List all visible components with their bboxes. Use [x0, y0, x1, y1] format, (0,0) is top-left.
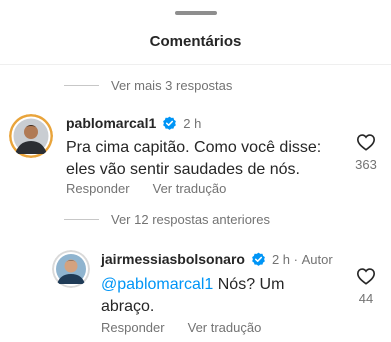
view-more-replies-button[interactable]: Ver mais 3 respostas: [64, 78, 232, 93]
avatar-pablomarcal1[interactable]: [9, 114, 53, 158]
comment-time: 2 h: [183, 115, 202, 131]
heart-outline-icon[interactable]: [356, 133, 376, 151]
comment-username[interactable]: jairmessiasbolsonaro: [101, 251, 245, 267]
like-count: 363: [355, 157, 377, 172]
reply-button[interactable]: Responder: [66, 181, 130, 196]
like-area: 363: [351, 133, 381, 172]
verified-badge-icon: [252, 252, 265, 266]
comment-actions: Responder Ver tradução: [101, 320, 284, 335]
heart-outline-icon[interactable]: [356, 267, 376, 285]
like-area: 44: [351, 267, 381, 306]
author-tag: Autor: [301, 251, 333, 267]
see-translation-button[interactable]: Ver tradução: [188, 320, 262, 335]
view-previous-replies-button[interactable]: Ver 12 respostas anteriores: [64, 212, 270, 227]
avatar-jairmessiasbolsonaro[interactable]: [52, 250, 90, 288]
meta-separator: ·: [290, 251, 302, 267]
view-more-replies-label: Ver mais 3 respostas: [111, 78, 233, 93]
sheet-title: Comentários: [149, 33, 242, 50]
thread-line: [64, 85, 99, 86]
reply-button[interactable]: Responder: [101, 320, 165, 335]
comment-time: 2 h: [271, 251, 291, 267]
header-divider: [0, 64, 391, 65]
comment-text: @pablomarcal1 Nós? Um abraço.: [101, 274, 301, 318]
sheet-drag-handle[interactable]: [175, 11, 217, 15]
verified-badge-icon: [163, 116, 177, 130]
view-previous-replies-label: Ver 12 respostas anteriores: [111, 212, 270, 227]
thread-line: [64, 219, 99, 220]
comment-text: Pra cima capitão. Como você disse: eles …: [66, 139, 322, 178]
mention-link[interactable]: @pablomarcal1: [101, 276, 213, 293]
comment-header: pablomarcal1 2 h: [66, 115, 201, 131]
comment-username[interactable]: pablomarcal1: [66, 115, 156, 131]
comment-header: jairmessiasbolsonaro 2 h · Autor: [101, 251, 333, 267]
see-translation-button[interactable]: Ver tradução: [153, 181, 227, 196]
comment-actions: Responder Ver tradução: [66, 181, 249, 196]
like-count: 44: [358, 291, 374, 306]
